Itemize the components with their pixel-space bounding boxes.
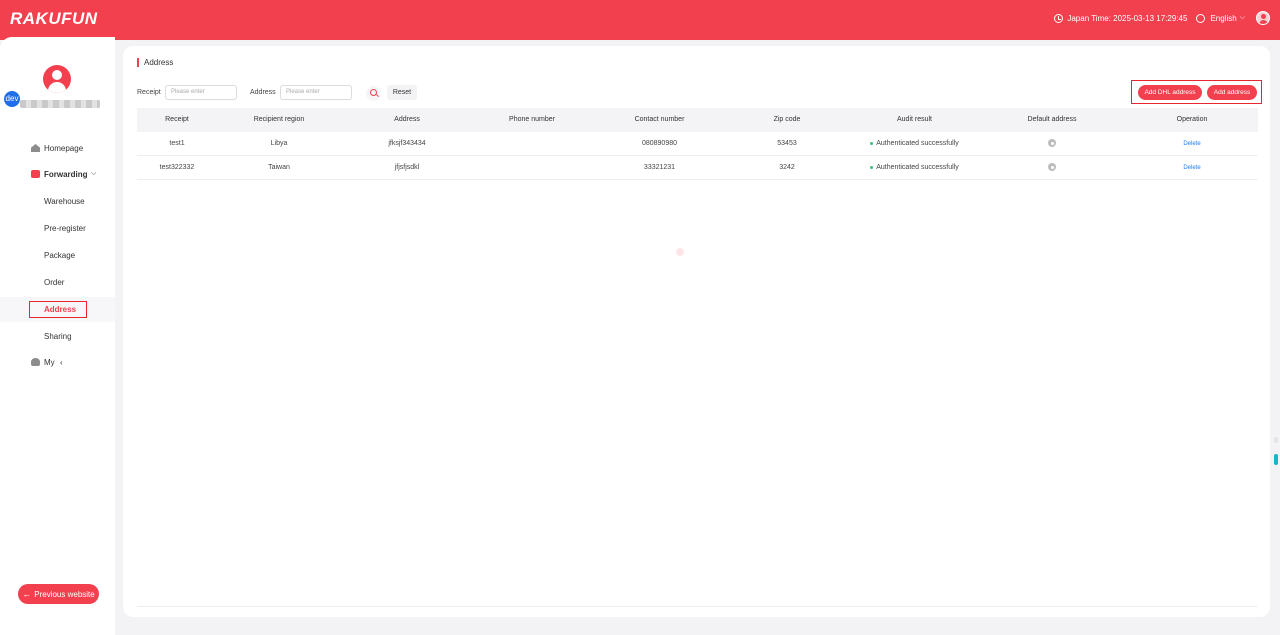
sidebar-item-address[interactable]: Address [0,297,115,322]
cell-operation: Delete [1127,132,1257,156]
loading-indicator [676,248,684,256]
column-header-receipt: Receipt [165,116,189,123]
cell-receipt: test1 [169,140,185,147]
cell-phone-number [472,156,592,180]
globe-icon[interactable] [1196,13,1206,23]
cell-default-address [987,156,1117,180]
table-header: Receipt Recipient region Address Phone n… [137,108,1258,132]
address-filter-label: Address [250,89,276,96]
table-row: test322332 Taiwan jfjsfjsdkl 33321231 32… [137,156,1258,180]
cell-receipt: test322332 [159,164,195,171]
user-avatar-icon[interactable] [1256,11,1270,25]
column-header-zip-code: Zip code [773,116,801,123]
language-select[interactable]: English [1210,14,1236,23]
add-dhl-address-button[interactable]: Add DHL address [1138,85,1202,100]
sidebar-item-package[interactable]: Package [0,245,115,265]
cell-recipient-region: Taiwan [268,164,290,171]
page-title: Address [144,58,174,67]
sidebar-item-label: Pre-register [44,223,86,233]
chevron-left-icon: ‹ [60,357,63,367]
audit-result-text: Authenticated successfully [876,140,959,147]
user-icon [31,358,40,366]
address-search-input[interactable]: Please enter [280,85,352,100]
default-address-radio[interactable] [1048,139,1056,148]
sidebar-item-pre-register[interactable]: Pre-register [0,218,115,238]
cell-phone-number [472,132,592,156]
search-icon[interactable] [366,86,381,101]
chevron-down-icon[interactable]: ⌵ [1240,14,1245,22]
main-panel: Address Receipt Please enter Address Ple… [123,46,1270,617]
cell-audit-result: Authenticated successfully [847,156,982,180]
cell-contact-number: 33321231 [643,164,676,171]
table-bottom-divider [137,606,1258,607]
column-header-default-address: Default address [1027,116,1077,123]
column-header-recipient-region: Recipient region [253,116,305,123]
previous-website-button[interactable]: ← Previous website [18,584,99,604]
reset-button[interactable]: Reset [387,85,417,100]
sidebar-item-homepage[interactable]: Homepage [0,138,115,158]
cell-recipient-region: Libya [270,140,288,147]
sidebar-item-sharing[interactable]: Sharing [0,326,115,346]
top-right-tools: Japan Time: 2025-03-13 17:29:45 English … [1054,0,1270,36]
add-address-button[interactable]: Add address [1207,85,1257,100]
username-blurred [20,100,100,108]
sidebar-item-label: Sharing [44,331,72,341]
cell-zip-code: 53453 [777,140,797,147]
rakufun-logo[interactable]: RAKUFUN [10,9,98,29]
sidebar-item-label: Order [44,277,65,287]
column-header-contact-number: Contact number [634,116,685,123]
column-header-phone-number: Phone number [509,116,555,123]
sidebar: dev Homepage Forwarding ⌵ Warehouse Pre-… [0,37,115,635]
delete-link[interactable]: Delete [1183,165,1200,171]
status-dot-icon [870,165,874,169]
audit-result-text: Authenticated successfully [876,164,959,171]
cell-address: jfjsfjsdkl [394,164,420,171]
arrow-left-icon: ← [22,589,32,599]
chevron-down-icon: ⌵ [91,170,97,177]
sidebar-item-label: Package [44,250,76,260]
delete-link[interactable]: Delete [1183,141,1200,147]
receipt-search-input[interactable]: Please enter [165,85,237,100]
sidebar-item-label: My [44,357,55,367]
status-dot-icon [870,141,874,145]
sidebar-item-warehouse[interactable]: Warehouse [0,191,115,211]
cell-address: jfksjf343434 [388,140,426,147]
column-header-audit-result: Audit result [896,116,933,123]
cell-audit-result: Authenticated successfully [847,132,982,156]
sidebar-item-forwarding[interactable]: Forwarding ⌵ [0,164,115,184]
cell-operation: Delete [1127,156,1257,180]
table-row: test1 Libya jfksjf343434 080890980 53453… [137,132,1258,156]
title-accent-bar [137,58,139,67]
top-bar: RAKUFUN Japan Time: 2025-03-13 17:29:45 … [0,0,1280,40]
column-header-address: Address [394,116,420,123]
sidebar-item-label: Warehouse [44,196,85,206]
scrollbar-thumb[interactable] [1274,454,1278,465]
home-icon [31,144,40,152]
sidebar-item-order[interactable]: Order [0,272,115,292]
column-header-operation: Operation [1176,116,1208,123]
sidebar-item-my[interactable]: My ‹ [0,352,115,372]
previous-website-label: Previous website [34,589,95,599]
cell-contact-number: 080890980 [641,140,678,147]
cell-default-address [987,132,1117,156]
sidebar-item-label: Forwarding [44,169,88,179]
receipt-filter-label: Receipt [137,89,161,96]
cell-zip-code: 3242 [779,164,795,171]
scrollbar-track[interactable] [1274,437,1278,443]
dev-badge: dev [4,91,20,107]
default-address-radio[interactable] [1048,163,1056,172]
forwarding-icon [31,170,40,178]
sidebar-item-label: Homepage [44,143,84,153]
clock-icon [1054,13,1064,23]
profile-avatar-icon[interactable] [43,65,71,93]
sidebar-item-label: Address [44,305,77,314]
japan-time: Japan Time: 2025-03-13 17:29:45 [1067,13,1188,23]
